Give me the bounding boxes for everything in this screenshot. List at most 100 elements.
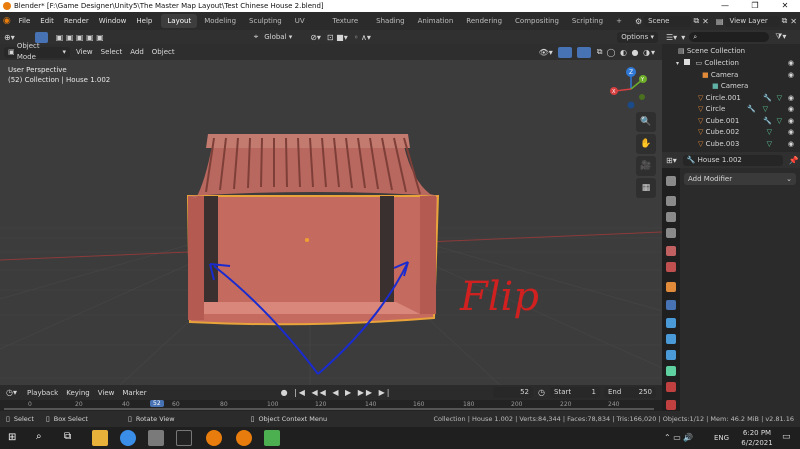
menu-timeline-view[interactable]: View — [94, 389, 119, 397]
blender-menu-icon[interactable]: ◉ — [0, 16, 14, 26]
playback-controls[interactable]: ● |◀ ◀◀ ◀ ▶ ▶▶ ▶| — [281, 388, 392, 397]
visibility-icon[interactable]: 👁▾ — [539, 48, 553, 57]
unity-icon[interactable] — [176, 430, 192, 446]
tab-scripting[interactable]: Scripting — [566, 14, 609, 28]
options-dropdown[interactable]: Options ▾ — [617, 31, 658, 43]
tab-uv-editing[interactable]: UV Editing — [289, 14, 326, 39]
mode-selector[interactable]: ▣ Object Mode ▾ — [4, 42, 70, 61]
output-tab-icon[interactable] — [666, 212, 676, 222]
overlay-toggle-icon[interactable] — [576, 46, 591, 58]
visibility-eye-icon[interactable]: ◉ — [788, 139, 794, 151]
expand-arrow-icon[interactable]: ▾ — [676, 60, 679, 67]
new-scene-icon[interactable]: ⧉ — [693, 16, 699, 26]
object-name-field[interactable]: 🔧 House 1.002 — [682, 154, 783, 166]
perspective-grid-icon[interactable]: ▦ — [636, 178, 656, 198]
scene-tab-icon[interactable] — [666, 246, 676, 256]
current-frame-field[interactable]: 52 — [493, 387, 534, 398]
remove-view-layer-icon[interactable]: ✕ — [790, 17, 797, 26]
menu-help[interactable]: Help — [131, 12, 157, 30]
minimize-button[interactable]: — — [710, 0, 740, 12]
outliner-row-circle[interactable]: ▽ Circle 🔧 ▽ ◉ — [662, 104, 800, 116]
outliner-row-camera[interactable]: ■ Camera ◉ — [662, 70, 800, 82]
timeline-ruler[interactable]: 0 20 40 52 60 80 100 120 140 160 180 200… — [0, 400, 662, 411]
menu-render[interactable]: Render — [59, 12, 94, 30]
transform-orientation-dropdown[interactable]: Global ▾ — [260, 32, 304, 43]
tab-shading[interactable]: Shading — [370, 14, 410, 28]
tool-tab-icon[interactable] — [666, 176, 676, 186]
end-frame-field[interactable]: End 250 — [604, 387, 656, 398]
zoom-icon[interactable]: 🔍 — [636, 112, 656, 132]
blender-taskbar-icon[interactable] — [206, 430, 222, 446]
visibility-eye-icon[interactable]: ◉ — [788, 58, 794, 70]
pan-hand-icon[interactable]: ✋ — [636, 134, 656, 154]
outliner-row-camera-data[interactable]: ■ Camera — [662, 81, 800, 93]
texture-tab-icon[interactable] — [666, 400, 676, 410]
tab-texture-paint[interactable]: Texture Paint — [327, 14, 370, 39]
outliner-editor-icon[interactable]: ☰▾ — [662, 33, 681, 42]
close-button[interactable]: ✕ — [770, 0, 800, 12]
menu-object[interactable]: Object — [148, 48, 179, 56]
pin-icon[interactable]: 📌 — [789, 156, 799, 165]
outliner-row-cube-002[interactable]: ▽ Cube.002 ▽ ◉ — [662, 127, 800, 139]
outliner-row-cube-003[interactable]: ▽ Cube.003 ▽ ◉ — [662, 139, 800, 151]
add-workspace-button[interactable]: + — [610, 14, 628, 28]
properties-editor-icon[interactable]: ⊞▾ — [662, 156, 681, 165]
constraints-tab-icon[interactable] — [666, 350, 676, 360]
file-explorer-icon[interactable] — [92, 430, 108, 446]
timeline-editor-icon[interactable]: ◷▾ — [0, 388, 23, 397]
visibility-eye-icon[interactable]: ◉ — [788, 127, 794, 139]
menu-select[interactable]: Select — [97, 48, 127, 56]
blender-taskbar-icon-2[interactable] — [236, 430, 252, 446]
visibility-eye-icon[interactable]: ◉ — [788, 116, 794, 128]
view-layer-selector[interactable]: View Layer — [725, 15, 780, 27]
visibility-eye-icon[interactable]: ◉ — [788, 104, 794, 116]
search-icon[interactable]: ⌕ — [36, 431, 42, 442]
maximize-button[interactable]: ❐ — [740, 0, 770, 12]
timeline-scrollbar[interactable] — [4, 408, 654, 410]
menu-marker[interactable]: Marker — [118, 389, 150, 397]
physics-tab-icon[interactable] — [666, 334, 676, 344]
3d-viewport[interactable]: Flip User Perspective (52) Collection | … — [0, 60, 662, 385]
xray-icon[interactable]: ⧉ — [597, 47, 603, 57]
outliner-row-circle-001[interactable]: ▽ Circle.001 🔧 ▽ ◉ — [662, 93, 800, 105]
world-tab-icon[interactable] — [666, 262, 676, 272]
menu-file[interactable]: File — [14, 12, 36, 30]
shading-mode-icons[interactable]: ◯ ◐ ● ◑▾ — [606, 48, 656, 57]
camera-view-icon[interactable]: 🎥 — [636, 156, 656, 176]
material-tab-icon[interactable] — [666, 382, 676, 392]
snap-icon[interactable]: ⊡ ■▾ — [327, 33, 348, 42]
house-object[interactable] — [186, 134, 440, 326]
checkbox-icon[interactable] — [684, 59, 691, 65]
add-modifier-dropdown[interactable]: Add Modifier ⌄ — [684, 173, 796, 185]
input-language[interactable]: ENG — [714, 434, 729, 442]
clock-time[interactable]: 6:20 PM — [738, 429, 776, 437]
current-frame-marker[interactable]: 52 — [150, 400, 164, 407]
menu-window[interactable]: Window — [94, 12, 132, 30]
select-mode-icons[interactable]: ▣ ▣ ▣ ▣ ▣ — [56, 33, 104, 42]
tab-compositing[interactable]: Compositing — [509, 14, 565, 28]
app-icon-2[interactable] — [264, 430, 280, 446]
menu-keying[interactable]: Keying — [62, 389, 94, 397]
windows-start-icon[interactable]: ⊞ — [8, 432, 16, 443]
navigation-gizmo[interactable]: Z Y X — [606, 64, 656, 114]
scene-collection-row[interactable]: ▤ Scene Collection — [662, 46, 800, 58]
gizmo-toggle-icon[interactable] — [557, 46, 572, 58]
chrome-icon[interactable] — [120, 430, 136, 446]
filter-icon[interactable]: ⧩▾ — [775, 32, 786, 42]
visibility-eye-icon[interactable]: ◉ — [788, 70, 794, 82]
start-frame-field[interactable]: Start 1 — [550, 387, 600, 398]
tab-sculpting[interactable]: Sculpting — [243, 14, 288, 28]
menu-playback[interactable]: Playback — [23, 389, 62, 397]
filter-display-icon[interactable]: ▾ — [681, 33, 685, 42]
tab-animation[interactable]: Animation — [412, 14, 460, 28]
tab-rendering[interactable]: Rendering — [460, 14, 508, 28]
outliner-row-collection[interactable]: ▾ ▭ Collection ◉ — [662, 58, 800, 70]
modifier-tab-icon[interactable] — [666, 300, 676, 310]
pivot-point-icon[interactable]: ⊘▾ — [310, 33, 321, 42]
menu-view[interactable]: View — [72, 48, 97, 56]
menu-edit[interactable]: Edit — [35, 12, 59, 30]
view-layer-tab-icon[interactable] — [666, 228, 676, 238]
tab-layout[interactable]: Layout — [161, 14, 198, 28]
app-icon[interactable] — [148, 430, 164, 446]
new-view-layer-icon[interactable]: ⧉ — [782, 16, 788, 26]
